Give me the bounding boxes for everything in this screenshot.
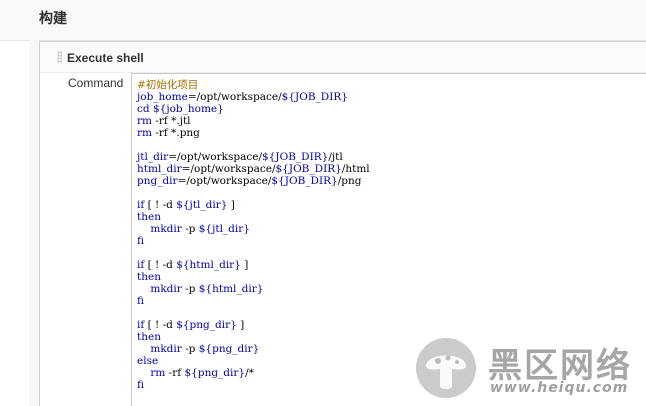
jenkins-config-page: 构建 Execute shell Command #初始化项目 job_home=…	[0, 0, 646, 406]
section-title: 构建	[39, 10, 67, 26]
code-line: fi	[137, 295, 145, 307]
site-watermark: 黑区网络 www.heiqu.com	[410, 330, 646, 406]
section-left-rail	[29, 40, 39, 406]
code-line: html_dir=/opt/workspace/${JOB_DIR}/html	[137, 163, 370, 175]
watermark-url: www.heiqu.com	[490, 380, 629, 396]
code-line: mkdir -p ${jtl_dir}	[150, 223, 250, 235]
drag-handle-icon[interactable]	[57, 51, 62, 63]
code-line: jtl_dir=/opt/workspace/${JOB_DIR}/jtl	[137, 151, 343, 163]
builder-title: Execute shell	[67, 51, 144, 65]
code-line: rm -rf *.png	[137, 127, 200, 139]
build-section-header: 构建	[0, 0, 646, 41]
code-line: if [ ! -d ${html_dir} ]	[137, 259, 249, 271]
code-line: then	[137, 211, 161, 223]
code-line: mkdir -p ${html_dir}	[150, 283, 264, 295]
code-line: cd ${job_home}	[137, 103, 224, 115]
code-line: if [ ! -d ${jtl_dir} ]	[137, 199, 235, 211]
code-line: rm -rf *.jtl	[137, 115, 191, 127]
code-line: then	[137, 271, 161, 283]
code-line: png_dir=/opt/workspace/${JOB_DIR}/png	[137, 175, 362, 187]
mushroom-logo-icon	[416, 338, 476, 398]
builder-header[interactable]: Execute shell	[40, 42, 646, 73]
code-line: #初始化项目	[137, 79, 199, 91]
code-line: job_home=/opt/workspace/${JOB_DIR}	[137, 91, 348, 103]
code-line: fi	[137, 235, 145, 247]
command-label: Command	[68, 76, 124, 90]
